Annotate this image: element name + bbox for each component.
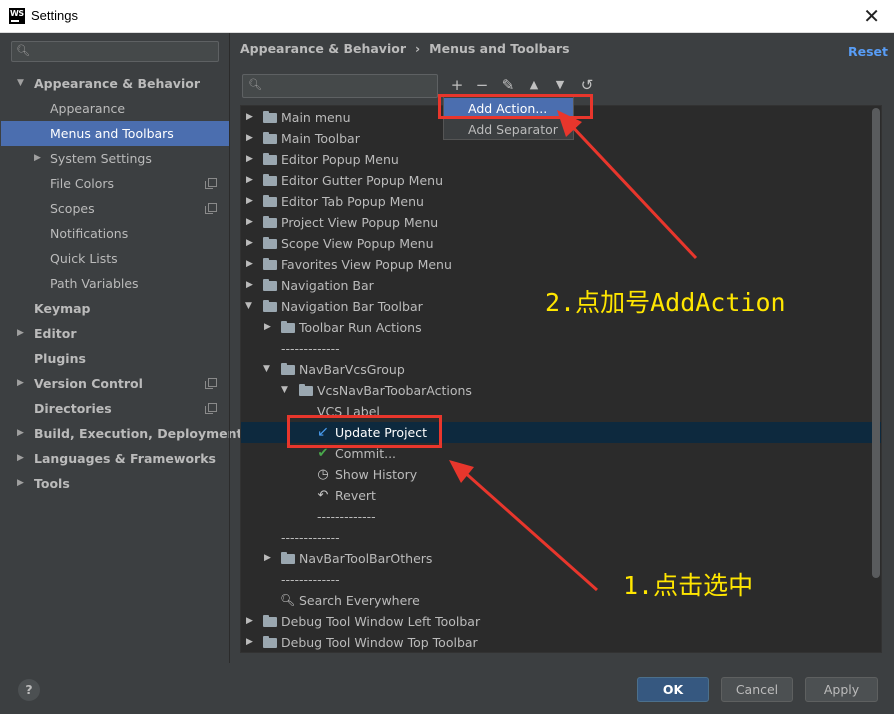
apply-button[interactable]: Apply <box>805 677 878 702</box>
annotation-arrows <box>449 110 698 592</box>
help-button[interactable]: ? <box>18 679 40 701</box>
ok-button[interactable]: OK <box>637 677 709 702</box>
annotation-arrow <box>566 120 698 260</box>
annotation-step2-text: 2.点加号AddAction <box>545 288 786 317</box>
annotation-arrowhead <box>449 460 474 483</box>
settings-window: WS Settings ✕ 🔍︎ ▼ Appearance & Behavior … <box>0 0 894 714</box>
annotation-step1-text: 1.点击选中 <box>623 571 754 600</box>
annotation-arrow <box>461 468 598 592</box>
cancel-button[interactable]: Cancel <box>721 677 793 702</box>
